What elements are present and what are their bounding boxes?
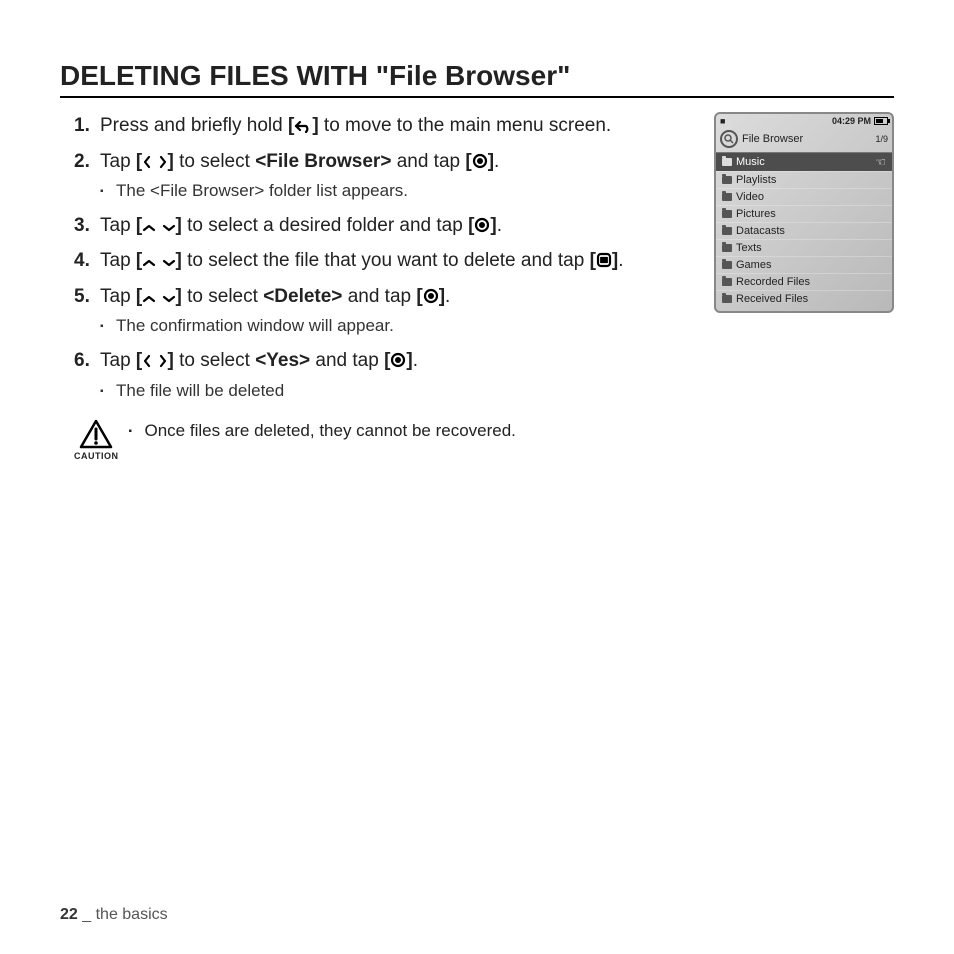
device-folder-label: Games (736, 259, 771, 271)
back-icon (294, 119, 312, 133)
pointer-hand-icon: ☜ (875, 155, 886, 169)
title-divider (60, 96, 894, 98)
device-screenshot: ■ 04:29 PM File Browser 1/9 Music ☜ Playli… (714, 112, 894, 313)
caution-block: CAUTION Once files are deleted, they can… (74, 419, 698, 461)
instruction-step: 5.Tap [ ] to select <Delete> and tap [].… (60, 283, 698, 339)
folder-icon (722, 244, 732, 252)
device-folder-label: Recorded Files (736, 276, 810, 288)
chevron-right-icon (158, 354, 168, 368)
step-number: 2. (74, 148, 90, 176)
select-icon (474, 217, 490, 233)
device-folder-item: Playlists (716, 171, 892, 188)
device-folder-item: Games (716, 256, 892, 273)
chevron-right-icon (158, 155, 168, 169)
chevron-up-icon (142, 223, 156, 233)
step-number: 4. (74, 247, 90, 275)
instruction-substep: The file will be deleted (100, 379, 698, 404)
instruction-step: 2.Tap [ ] to select <File Browser> and t… (60, 148, 698, 204)
device-folder-item: Video (716, 188, 892, 205)
chevron-down-icon (162, 258, 176, 268)
device-folder-label: Datacasts (736, 225, 785, 237)
chevron-left-icon (142, 155, 152, 169)
folder-icon (722, 227, 732, 235)
device-index: 1/9 (875, 134, 888, 144)
page-number: 22 (60, 906, 78, 923)
footer-sep: _ (78, 906, 96, 923)
instruction-substep: The confirmation window will appear. (100, 314, 698, 339)
instruction-step: 6. Tap [ ] to select <Yes> and tap [].Th… (60, 347, 698, 403)
battery-icon (874, 117, 888, 125)
step-number: 6. (74, 347, 90, 375)
caution-text: Once files are deleted, they cannot be r… (129, 419, 516, 444)
device-folder-label: Video (736, 191, 764, 203)
status-stop-icon: ■ (720, 116, 725, 126)
device-folder-item: Pictures (716, 205, 892, 222)
chevron-down-icon (162, 223, 176, 233)
device-folder-label: Playlists (736, 174, 776, 186)
step-number: 5. (74, 283, 90, 311)
folder-icon (722, 261, 732, 269)
select-icon (472, 153, 488, 169)
device-screen-title: File Browser (742, 133, 803, 145)
device-folder-label: Texts (736, 242, 762, 254)
chevron-left-icon (142, 354, 152, 368)
folder-icon (722, 193, 732, 201)
select-icon (390, 352, 406, 368)
device-folder-item: Texts (716, 239, 892, 256)
file-browser-icon (720, 130, 738, 148)
instruction-substep: The <File Browser> folder list appears. (100, 179, 698, 204)
instruction-step: 1.Press and briefly hold [] to move to t… (60, 112, 698, 140)
device-folder-list: Music ☜ Playlists Video Pictures Datacasts Tex… (716, 152, 892, 311)
page-footer: 22 _ the basics (60, 906, 168, 924)
step-number: 1. (74, 112, 90, 140)
folder-icon (722, 278, 732, 286)
folder-icon (722, 295, 732, 303)
folder-icon (722, 210, 732, 218)
instruction-step: 3.Tap [ ] to select a desired folder and… (60, 212, 698, 240)
device-folder-item: Datacasts (716, 222, 892, 239)
folder-icon (722, 176, 732, 184)
chevron-down-icon (162, 294, 176, 304)
device-folder-label: Received Files (736, 293, 808, 305)
instruction-list: 1.Press and briefly hold [] to move to t… (60, 112, 698, 403)
chevron-up-icon (142, 258, 156, 268)
instruction-step: 4.Tap [ ] to select the file that you wa… (60, 247, 698, 275)
folder-icon (722, 158, 732, 166)
chevron-up-icon (142, 294, 156, 304)
caution-icon (79, 419, 113, 449)
device-time: 04:29 PM (832, 116, 871, 126)
device-folder-item: Recorded Files (716, 273, 892, 290)
select-icon (423, 288, 439, 304)
page-title: DELETING FILES WITH "File Browser" (60, 60, 894, 92)
device-folder-label: Pictures (736, 208, 776, 220)
step-number: 3. (74, 212, 90, 240)
device-folder-label: Music (736, 156, 765, 168)
menu-icon (596, 252, 612, 268)
caution-label: CAUTION (74, 451, 119, 461)
device-folder-item: Music ☜ (716, 152, 892, 171)
device-folder-item: Received Files (716, 290, 892, 307)
section-name: the basics (96, 906, 168, 923)
